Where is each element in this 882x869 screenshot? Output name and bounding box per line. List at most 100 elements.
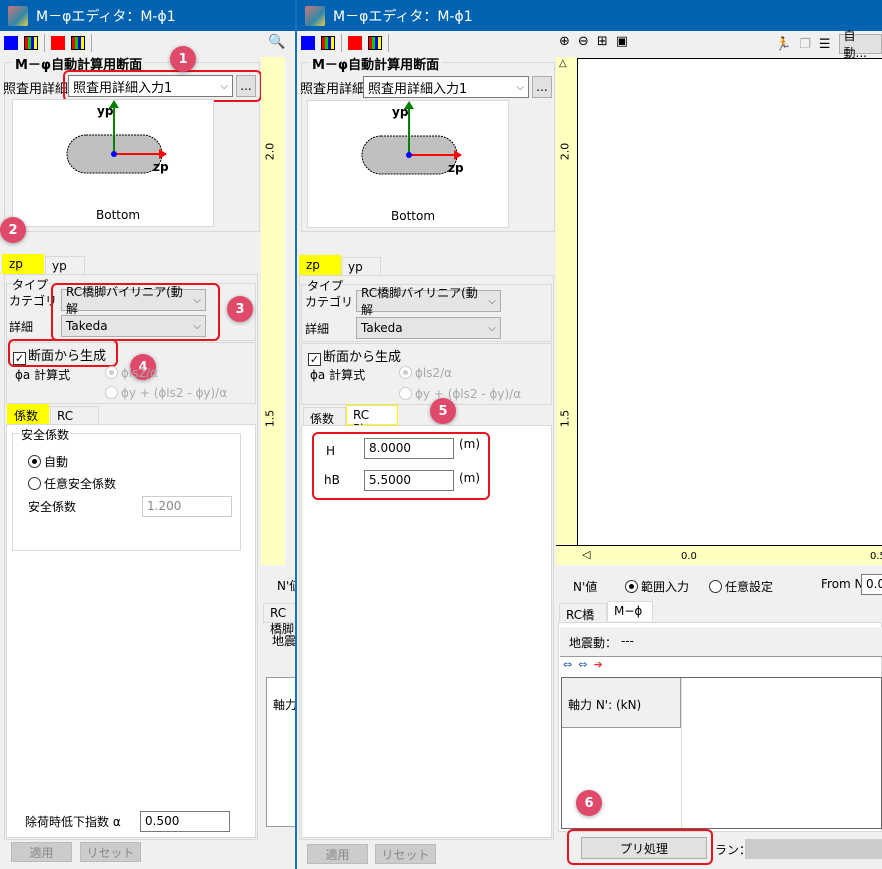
toolbar bbox=[0, 31, 92, 55]
title-bar: M－φエディタ：M-ϕ1 bbox=[297, 0, 882, 31]
tab-zp[interactable]: zp bbox=[299, 255, 341, 275]
detail-value: Takeda bbox=[361, 321, 403, 335]
from-n-input[interactable]: 0.00 bbox=[861, 574, 882, 595]
zoom-out-icon[interactable]: ⊖ bbox=[578, 34, 589, 49]
detail-select[interactable]: Takeda ⌵ bbox=[356, 317, 501, 339]
tab-rc-pier-bottom[interactable]: RC橋脚 bbox=[263, 603, 295, 636]
tab-yp[interactable]: yp bbox=[45, 256, 85, 276]
apply-button[interactable]: 適用 bbox=[307, 844, 368, 864]
red-color-button[interactable] bbox=[51, 36, 65, 50]
export-icon[interactable]: ➔ bbox=[593, 658, 602, 671]
section-preview: yp zp Bottom bbox=[12, 99, 214, 227]
chart-canvas[interactable] bbox=[577, 58, 882, 545]
phi-a-option-2[interactable]: ϕy + (ϕls2 - ϕy)/α bbox=[105, 386, 227, 400]
fit-all-icon[interactable]: ⊞ bbox=[597, 34, 608, 49]
chart-toolbar: ⊕ ⊖ ⊞ ▣ bbox=[559, 34, 628, 49]
check-detail-select[interactable]: 照査用詳細入力1 ⌵ bbox=[363, 76, 529, 98]
grid-toolbar: ⇔ ⇔ ➔ bbox=[563, 658, 603, 671]
run-figure-icon[interactable]: 🏃 bbox=[775, 37, 791, 52]
safety-factor-label: 安全係数 bbox=[28, 500, 77, 514]
phi-a-option-1[interactable]: ϕls2/α bbox=[399, 366, 452, 380]
radio-icon bbox=[399, 366, 412, 379]
tab-rc-pier-bottom[interactable]: RC橋脚 bbox=[559, 603, 607, 639]
fit-number-icon[interactable]: ⇔ bbox=[578, 658, 587, 671]
step-badge-5: 5 bbox=[430, 398, 456, 424]
apply-button[interactable]: 適用 bbox=[11, 842, 72, 862]
window-title: M－φエディタ：M-ϕ1 bbox=[36, 8, 176, 25]
vertical-ruler[interactable]: △ 2.0 1.5 bbox=[556, 57, 577, 565]
generate-checkbox[interactable]: ✓ 断面から生成 bbox=[308, 346, 401, 366]
category-select[interactable]: RC橋脚バイリニア(動解 ⌵ bbox=[356, 286, 501, 317]
app-icon bbox=[8, 5, 28, 26]
result-grid[interactable]: 軸力 N': (kN) bbox=[561, 677, 882, 829]
safety-group bbox=[12, 433, 241, 551]
z-axis-label: zp bbox=[153, 160, 169, 174]
tab-rc-pier[interactable]: RC Pier bbox=[346, 405, 398, 436]
color-palette-icon[interactable] bbox=[368, 36, 382, 50]
range-input-label: 範囲入力 bbox=[641, 580, 690, 594]
horizontal-ruler[interactable]: ◁ 0.0 0.5 bbox=[556, 545, 882, 565]
tab-yp[interactable]: yp bbox=[341, 257, 381, 277]
chevron-down-icon: ⌵ bbox=[488, 295, 496, 307]
detail-label: 詳細 bbox=[9, 320, 34, 334]
list-icon[interactable]: ☰ bbox=[819, 37, 831, 52]
toolbar bbox=[297, 31, 389, 55]
check-detail-label: 照査用詳細 bbox=[3, 82, 69, 97]
phi-a-option-2-label: ϕy + (ϕls2 - ϕy)/α bbox=[415, 387, 522, 401]
grid-header: 軸力 N': (kN) bbox=[568, 698, 642, 712]
copy-icon[interactable]: ❐ bbox=[799, 37, 811, 52]
reset-button[interactable]: リセット bbox=[80, 842, 141, 862]
zoom-in-icon[interactable]: ⊕ bbox=[559, 34, 570, 49]
auto-button[interactable]: 自動... bbox=[838, 29, 882, 60]
fit-window-icon[interactable]: ▣ bbox=[616, 34, 628, 49]
tab-zp[interactable]: zp bbox=[2, 254, 44, 274]
unload-index-input[interactable]: 0.500 bbox=[140, 811, 230, 832]
color-palette-icon[interactable] bbox=[71, 36, 85, 50]
scroll-up-icon[interactable]: △ bbox=[559, 58, 567, 69]
callout-box-4 bbox=[8, 339, 118, 367]
earthquake-value: --- bbox=[621, 634, 634, 648]
safety-factor-input[interactable]: 1.200 bbox=[142, 496, 232, 517]
zoom-in-icon[interactable]: 🔍 bbox=[268, 34, 285, 50]
v-tick-label: 2.0 bbox=[263, 142, 277, 161]
category-label: カテゴリ bbox=[305, 295, 354, 309]
reset-button[interactable]: リセット bbox=[375, 844, 436, 864]
preview-caption: Bottom bbox=[96, 208, 141, 222]
grid-header: 軸力 N': (kN) bbox=[273, 698, 297, 712]
safety-auto-radio[interactable]: 自動 bbox=[28, 453, 68, 470]
result-grid[interactable]: 軸力 N': (kN) bbox=[266, 677, 297, 827]
radio-icon bbox=[28, 455, 41, 468]
title-bar: M－φエディタ：M-ϕ1 bbox=[0, 0, 295, 31]
range-input-radio[interactable]: 範囲入力 bbox=[625, 578, 689, 595]
v-tick-label: 2.0 bbox=[558, 142, 572, 161]
h-tick-label: 0.5 bbox=[870, 551, 882, 562]
scroll-left-icon[interactable]: ◁ bbox=[582, 548, 590, 561]
z-axis-label: zp bbox=[448, 161, 464, 175]
radio-icon bbox=[28, 477, 41, 490]
phi-a-option-2[interactable]: ϕy + (ϕls2 - ϕy)/α bbox=[399, 387, 521, 401]
callout-box-5 bbox=[312, 432, 490, 500]
phi-a-option-1[interactable]: ϕls2/α bbox=[105, 366, 158, 380]
y-axis-label: yp bbox=[392, 105, 409, 119]
color-palette-icon[interactable] bbox=[321, 36, 335, 50]
browse-button[interactable]: ... bbox=[532, 76, 552, 98]
vertical-ruler[interactable]: 2.0 1.5 bbox=[261, 57, 285, 565]
blue-color-button[interactable] bbox=[301, 36, 315, 50]
blue-color-button[interactable] bbox=[4, 36, 18, 50]
color-palette-icon[interactable] bbox=[24, 36, 38, 50]
radio-icon bbox=[105, 366, 118, 379]
type-group-title: タイプ bbox=[307, 277, 344, 294]
section-preview: yp zp Bottom bbox=[307, 100, 509, 228]
tab-coefficients[interactable]: 係数 bbox=[303, 407, 346, 427]
tab-m-phi[interactable]: M−ϕ bbox=[607, 601, 653, 621]
tab-rc-pier[interactable]: RC Pier bbox=[50, 406, 99, 437]
red-color-button[interactable] bbox=[348, 36, 362, 50]
step-badge-3: 3 bbox=[227, 296, 253, 322]
y-axis-label: yp bbox=[97, 104, 114, 118]
safety-custom-radio[interactable]: 任意安全係数 bbox=[28, 475, 116, 492]
tab-coefficients[interactable]: 係数 bbox=[7, 404, 49, 424]
n-value-label: N'値 bbox=[573, 580, 598, 594]
fit-column-icon[interactable]: ⇔ bbox=[563, 658, 572, 671]
preview-caption: Bottom bbox=[391, 209, 436, 223]
custom-setting-radio[interactable]: 任意設定 bbox=[709, 578, 773, 595]
